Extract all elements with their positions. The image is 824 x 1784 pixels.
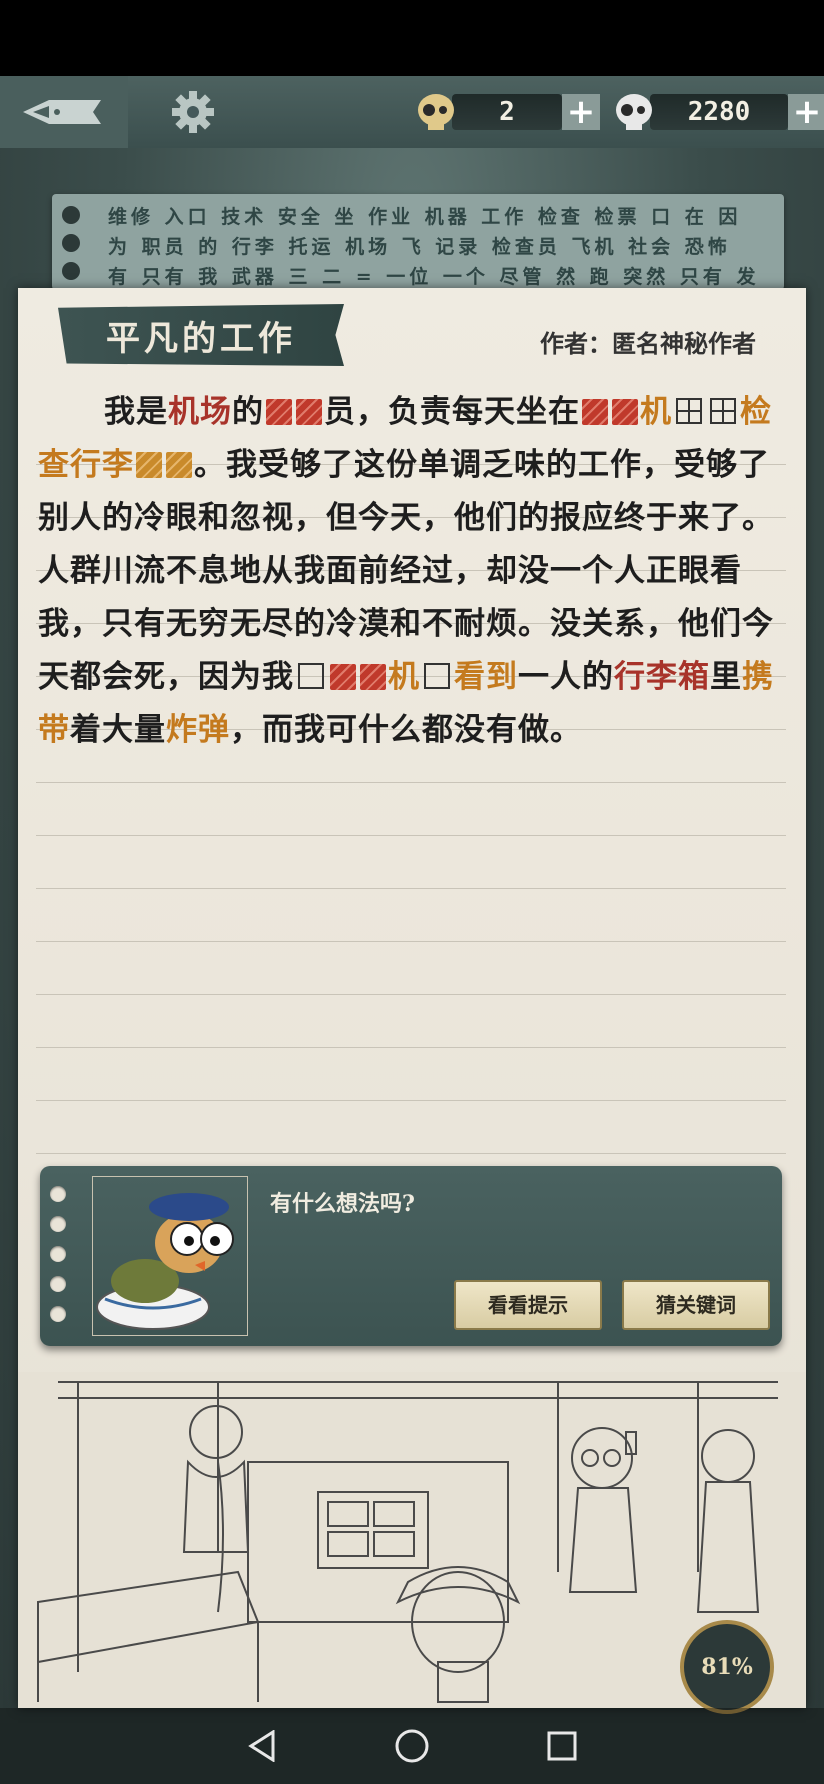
keyword-blank[interactable] xyxy=(612,399,638,425)
dialog-ring xyxy=(50,1186,66,1202)
hidden-char-box[interactable] xyxy=(424,663,450,689)
story-text: ，而我可什么都没有做。 xyxy=(230,712,582,748)
dialog-ring xyxy=(50,1246,66,1262)
pen-button[interactable] xyxy=(0,76,128,148)
author-name: 匿名神秘作者 xyxy=(612,329,756,358)
author-line: 作者：匿名神秘作者 xyxy=(540,324,756,359)
view-hint-button[interactable]: 看看提示 xyxy=(454,1280,602,1330)
keyword-revealed[interactable]: 机场 xyxy=(168,394,232,430)
title-tag: 平凡的工作 xyxy=(58,304,344,366)
settings-button[interactable] xyxy=(150,76,236,148)
keyword-revealed[interactable]: 行李箱 xyxy=(614,659,710,695)
keyword-revealed[interactable]: 炸弹 xyxy=(166,712,230,748)
top-bar: 2 + 2280 + xyxy=(0,76,824,148)
back-icon xyxy=(248,1730,275,1762)
story-text: 员，负责每天坐在 xyxy=(324,394,580,430)
story-title: 平凡的工作 xyxy=(106,318,296,359)
note-ring xyxy=(62,234,80,252)
keyword-blank[interactable] xyxy=(582,399,608,425)
keyword-revealed[interactable]: 机 xyxy=(388,659,420,695)
status-bar xyxy=(0,0,824,76)
note-ring xyxy=(62,262,80,280)
story-text: 一人的 xyxy=(518,659,614,695)
dialog-ring xyxy=(50,1216,66,1232)
note-ring xyxy=(62,206,80,224)
story-text: 我是 xyxy=(104,394,168,430)
coin-currency: 2280 + xyxy=(612,92,824,132)
add-hints-button[interactable]: + xyxy=(562,94,600,130)
skull-hint-icon xyxy=(418,94,454,130)
keyword-blank[interactable] xyxy=(360,664,386,690)
home-button[interactable] xyxy=(392,1726,432,1766)
turtle-character-icon xyxy=(96,1193,234,1330)
home-icon xyxy=(395,1729,429,1763)
hidden-char-box[interactable] xyxy=(298,663,324,689)
dialog-ring xyxy=(50,1276,66,1292)
character-portrait xyxy=(92,1176,248,1336)
keyword-blank[interactable] xyxy=(166,452,192,478)
story-text: 的 xyxy=(232,394,264,430)
story-body: 我是机场的 员，负责每天坐在机检查行李 。我受够了这份单调乏味的工作，受够了别人的冷… xyxy=(38,386,782,757)
gear-icon xyxy=(172,91,214,133)
recents-icon xyxy=(547,1731,577,1761)
back-button[interactable] xyxy=(242,1726,282,1766)
hint-currency: 2 + xyxy=(414,92,600,132)
keyword-revealed[interactable]: 看到 xyxy=(454,659,518,695)
skull-coin-icon xyxy=(616,94,652,130)
author-label: 作者： xyxy=(540,329,612,358)
keyword-blank[interactable] xyxy=(296,399,322,425)
add-coins-button[interactable]: + xyxy=(788,94,824,130)
coin-count: 2280 xyxy=(650,94,788,130)
dialog-panel: 有什么想法吗? 看看提示 猜关键词 xyxy=(40,1166,782,1346)
progress-badge[interactable]: 81% xyxy=(680,1620,774,1714)
keyword-revealed[interactable]: 机 xyxy=(640,394,672,430)
dialog-prompt: 有什么想法吗? xyxy=(270,1191,415,1217)
keyword-list: 维修 入口 技术 安全 坐 作业 机器 工作 检查 检票 口 在 因为 职员 的… xyxy=(108,206,760,288)
keyword-blank[interactable] xyxy=(266,399,292,425)
hint-count: 2 xyxy=(452,94,562,130)
guess-keyword-button[interactable]: 猜关键词 xyxy=(622,1280,770,1330)
hidden-char-box[interactable] xyxy=(676,398,702,424)
keyword-blank[interactable] xyxy=(330,664,356,690)
recents-button[interactable] xyxy=(542,1726,582,1766)
story-text: 。我受够了这份单调乏味的工作，受够了别人的冷眼和忽视，但今天，他们的报应终于来了… xyxy=(38,447,774,695)
story-text: 着大量 xyxy=(70,712,166,748)
keyword-note[interactable]: 维修 入口 技术 安全 坐 作业 机器 工作 检查 检票 口 在 因为 职员 的… xyxy=(52,194,784,290)
system-nav-bar xyxy=(0,1708,824,1784)
pen-icon xyxy=(23,100,101,124)
keyword-blank[interactable] xyxy=(136,452,162,478)
dialog-ring xyxy=(50,1306,66,1322)
hidden-char-box[interactable] xyxy=(710,398,736,424)
story-text: 里 xyxy=(710,659,742,695)
